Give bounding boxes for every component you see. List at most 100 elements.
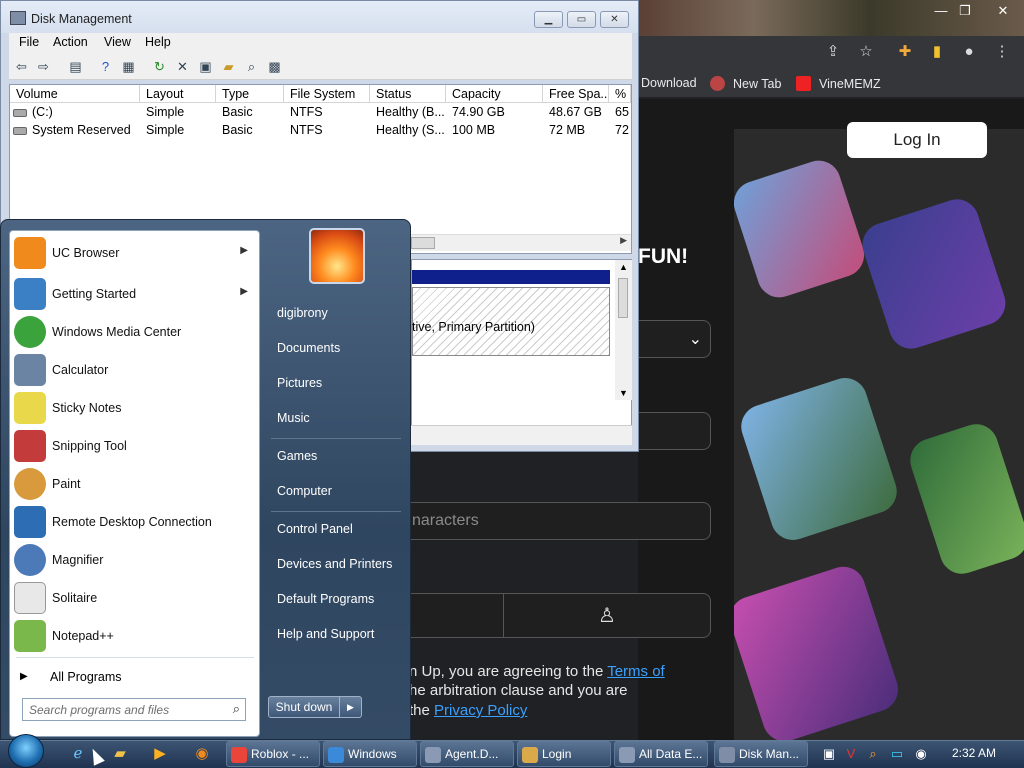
scroll-right-arrow-icon[interactable]: ▶	[620, 235, 627, 246]
search-icon[interactable]: ⌕	[243, 58, 260, 75]
terms-link[interactable]: Terms of	[607, 663, 665, 680]
taskbar-item-login[interactable]: Login	[517, 741, 611, 767]
cell-type: Basic	[222, 105, 253, 119]
legal-line-2: he arbitration clause and you are	[409, 682, 628, 699]
start-item-games[interactable]: Games	[277, 449, 317, 463]
media-player-icon[interactable]: ▶	[148, 743, 172, 765]
sidebar-icon[interactable]: ▮	[928, 43, 946, 61]
program-notepad-plus-plus[interactable]: Notepad++	[12, 618, 258, 654]
start-item-computer[interactable]: Computer	[277, 484, 332, 498]
console-tree-icon[interactable]: ▤	[67, 58, 84, 75]
start-item-default-programs[interactable]: Default Programs	[277, 592, 374, 606]
taskbar-item-all-data[interactable]: All Data E...	[614, 741, 708, 767]
dm-minimize-button[interactable]: ▁	[534, 11, 563, 28]
chrome-restore-button[interactable]: ❐	[952, 2, 978, 20]
start-item-documents[interactable]: Documents	[277, 341, 340, 355]
menu-help[interactable]: Help	[145, 35, 171, 49]
taskbar-item-agent[interactable]: Agent.D...	[420, 741, 514, 767]
col-layout[interactable]: Layout	[140, 85, 216, 103]
all-programs-button[interactable]: ▶ All Programs	[18, 669, 258, 691]
internet-explorer-icon[interactable]: ℯ	[66, 743, 90, 765]
refresh-icon[interactable]: ↻	[151, 58, 168, 75]
program-uc-browser[interactable]: UC Browser ▶	[12, 235, 258, 271]
privacy-link[interactable]: Privacy Policy	[434, 702, 527, 719]
start-item-pictures[interactable]: Pictures	[277, 376, 322, 390]
extensions-icon[interactable]: ✚	[896, 43, 914, 61]
tray-network-icon[interactable]: ▣	[820, 745, 838, 763]
horizontal-scrollbar[interactable]: ▶	[411, 234, 631, 251]
start-item-music[interactable]: Music	[277, 411, 310, 425]
table-row[interactable]: (C:) Simple Basic NTFS Healthy (B... 74.…	[10, 105, 631, 122]
search-placeholder: Search programs and files	[29, 703, 170, 717]
uc-browser-icon[interactable]: ◉	[190, 743, 214, 765]
help-icon[interactable]: ?	[97, 58, 114, 75]
tray-antivirus-icon[interactable]: V	[842, 745, 860, 763]
gender-male-button[interactable]: ♙	[503, 593, 711, 638]
vertical-scrollbar[interactable]: ▲ ▼	[615, 260, 632, 400]
list-view-icon[interactable]: ▦	[120, 58, 137, 75]
scroll-thumb[interactable]	[618, 278, 628, 318]
col-type[interactable]: Type	[216, 85, 284, 103]
program-paint[interactable]: Paint	[12, 466, 258, 502]
taskbar-clock[interactable]: 2:32 AM	[952, 746, 996, 760]
chrome-close-button[interactable]: ✕	[990, 2, 1016, 20]
col-free-space[interactable]: Free Spa...	[543, 85, 609, 103]
start-button[interactable]	[8, 734, 44, 768]
forward-icon[interactable]: ⇨	[35, 58, 52, 75]
program-sticky-notes[interactable]: Sticky Notes	[12, 390, 258, 426]
program-snipping-tool[interactable]: Snipping Tool	[12, 428, 258, 464]
search-input[interactable]: Search programs and files ⌕	[22, 698, 246, 721]
menu-view[interactable]: View	[104, 35, 131, 49]
shutdown-button[interactable]: Shut down	[268, 696, 340, 718]
scroll-up-arrow-icon[interactable]: ▲	[619, 262, 628, 272]
menu-action[interactable]: Action	[53, 35, 88, 49]
taskbar-item-windows[interactable]: Windows	[323, 741, 417, 767]
program-windows-media-center[interactable]: Windows Media Center	[12, 314, 258, 350]
dm-maximize-button[interactable]: ▭	[567, 11, 596, 28]
back-icon[interactable]: ⇦	[13, 58, 30, 75]
chrome-minimize-button[interactable]: —	[928, 2, 954, 20]
table-row[interactable]: System Reserved Simple Basic NTFS Health…	[10, 123, 631, 140]
tray-display-icon[interactable]: ▭	[888, 745, 906, 763]
login-button[interactable]: Log In	[847, 122, 987, 158]
program-calculator[interactable]: Calculator	[12, 352, 258, 388]
menu-file[interactable]: File	[19, 35, 39, 49]
start-item-user[interactable]: digibrony	[277, 306, 328, 320]
start-item-help-support[interactable]: Help and Support	[277, 627, 374, 641]
disk-management-icon	[719, 747, 735, 763]
tray-search-icon[interactable]: ⌕	[864, 745, 882, 763]
open-folder-icon[interactable]: ▰	[220, 58, 237, 75]
taskbar-item-disk-management[interactable]: Disk Man...	[714, 741, 808, 767]
properties-icon[interactable]: ▣	[197, 58, 214, 75]
user-avatar[interactable]	[309, 228, 365, 284]
scroll-thumb[interactable]	[411, 237, 435, 249]
scroll-down-arrow-icon[interactable]: ▼	[619, 388, 628, 398]
gender-female-button[interactable]	[400, 593, 504, 638]
bookmark-star-icon[interactable]: ☆	[857, 43, 875, 61]
program-getting-started[interactable]: Getting Started ▶	[12, 276, 258, 312]
col-status[interactable]: Status	[370, 85, 446, 103]
start-item-devices-printers[interactable]: Devices and Printers	[277, 557, 392, 571]
col-filesystem[interactable]: File System	[284, 85, 370, 103]
profile-icon[interactable]: ●	[960, 43, 978, 61]
folder-icon[interactable]: ▰	[108, 743, 132, 765]
taskbar-item-roblox[interactable]: Roblox - ...	[226, 741, 320, 767]
program-magnifier[interactable]: Magnifier	[12, 542, 258, 578]
chrome-menu-icon[interactable]: ⋮	[993, 43, 1011, 61]
password-placeholder: naracters	[412, 512, 479, 529]
settings-icon[interactable]: ▩	[266, 58, 283, 75]
delete-icon[interactable]: ✕	[174, 58, 191, 75]
col-volume[interactable]: Volume	[10, 85, 140, 103]
bookmark-new-tab[interactable]: New Tab	[710, 76, 781, 91]
shutdown-options-arrow-icon[interactable]: ▶	[340, 696, 362, 718]
tray-volume-icon[interactable]: ◉	[912, 745, 930, 763]
col-percent-free[interactable]: % F	[609, 85, 631, 103]
share-icon[interactable]: ⇪	[824, 43, 842, 61]
program-remote-desktop[interactable]: Remote Desktop Connection	[12, 504, 258, 540]
dm-close-button[interactable]: ✕	[600, 11, 629, 28]
bookmark-download[interactable]: Download	[641, 76, 697, 90]
bookmark-vinememz[interactable]: VineMEMZ	[796, 76, 881, 91]
start-item-control-panel[interactable]: Control Panel	[277, 522, 353, 536]
col-capacity[interactable]: Capacity	[446, 85, 543, 103]
program-solitaire[interactable]: Solitaire	[12, 580, 258, 616]
